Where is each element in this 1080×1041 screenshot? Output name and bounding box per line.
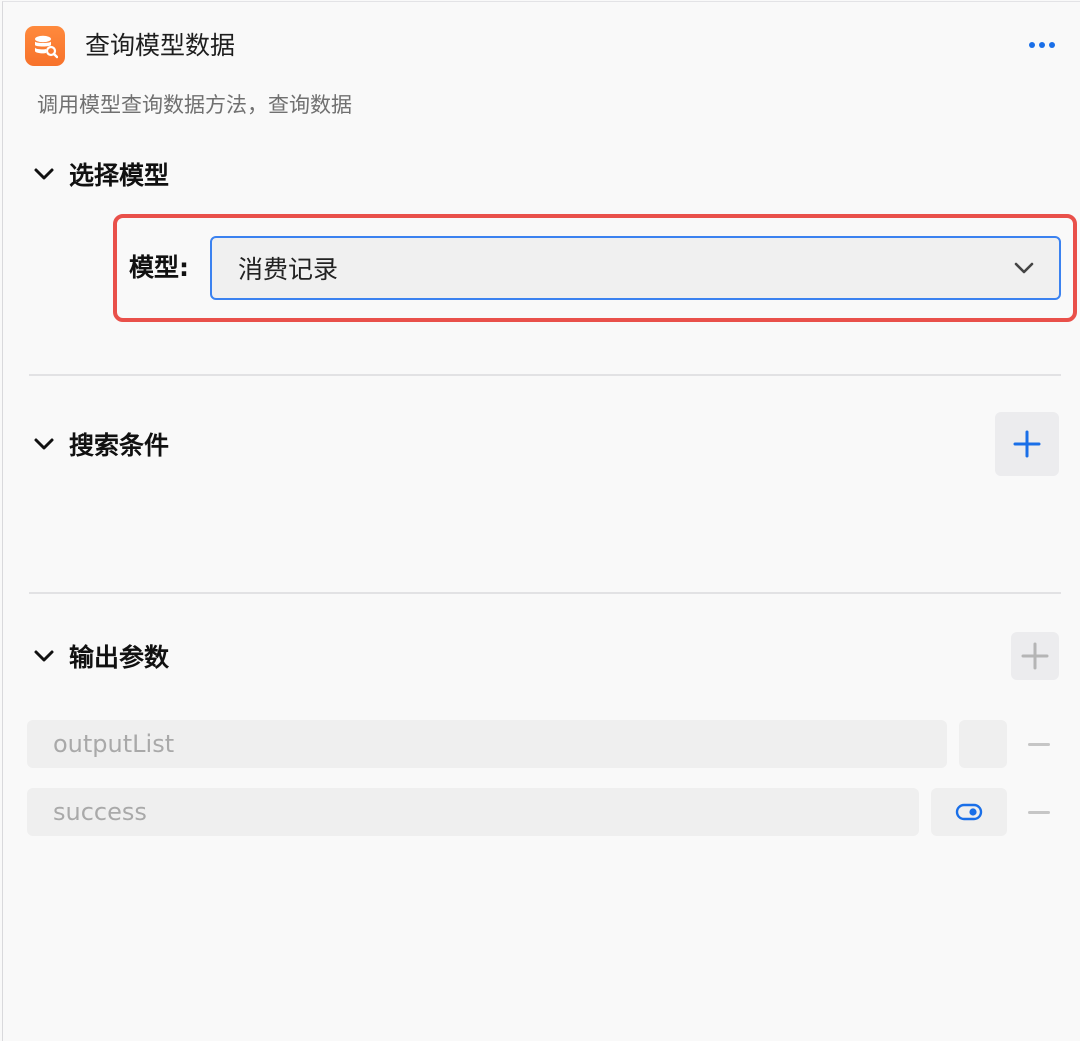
page-description: 调用模型查询数据方法，查询数据 xyxy=(37,93,352,117)
divider xyxy=(29,592,1061,594)
plus-icon xyxy=(1013,430,1041,458)
output-param-name-input[interactable]: outputList xyxy=(27,720,947,768)
query-model-panel: 查询模型数据 调用模型查询数据方法，查询数据 选择模型 模型: 消费记录 搜索条… xyxy=(2,1,1080,1041)
add-output-param-button[interactable] xyxy=(1011,632,1059,680)
minus-icon xyxy=(1028,742,1050,746)
toggle-icon xyxy=(955,803,983,821)
section-title: 选择模型 xyxy=(69,161,170,190)
remove-output-param-button[interactable] xyxy=(1025,798,1053,826)
model-select[interactable]: 消费记录 xyxy=(210,236,1061,300)
database-search-icon xyxy=(25,26,65,66)
section-title: 输出参数 xyxy=(69,643,170,672)
section-header-output-params[interactable]: 输出参数 xyxy=(31,636,169,676)
chevron-down-icon xyxy=(34,650,54,662)
chevron-down-icon xyxy=(34,168,54,180)
output-param-name-input[interactable]: success xyxy=(27,788,919,836)
chevron-down-icon xyxy=(1014,262,1034,274)
more-options-button[interactable] xyxy=(1025,32,1059,58)
output-param-type-button[interactable] xyxy=(931,788,1007,836)
section-title: 搜索条件 xyxy=(69,431,170,460)
remove-output-param-button[interactable] xyxy=(1025,730,1053,758)
page-title: 查询模型数据 xyxy=(85,31,236,60)
output-param-type-button[interactable] xyxy=(959,720,1007,768)
section-header-search-conditions[interactable]: 搜索条件 xyxy=(31,424,169,464)
more-horizontal-icon xyxy=(1029,42,1035,48)
model-select-value: 消费记录 xyxy=(238,255,339,284)
section-header-select-model[interactable]: 选择模型 xyxy=(31,154,169,194)
chevron-down-icon xyxy=(34,438,54,450)
model-field-label: 模型: xyxy=(129,253,189,282)
minus-icon xyxy=(1028,810,1050,814)
add-search-condition-button[interactable] xyxy=(995,412,1059,476)
divider xyxy=(29,374,1061,376)
plus-icon xyxy=(1021,642,1049,670)
